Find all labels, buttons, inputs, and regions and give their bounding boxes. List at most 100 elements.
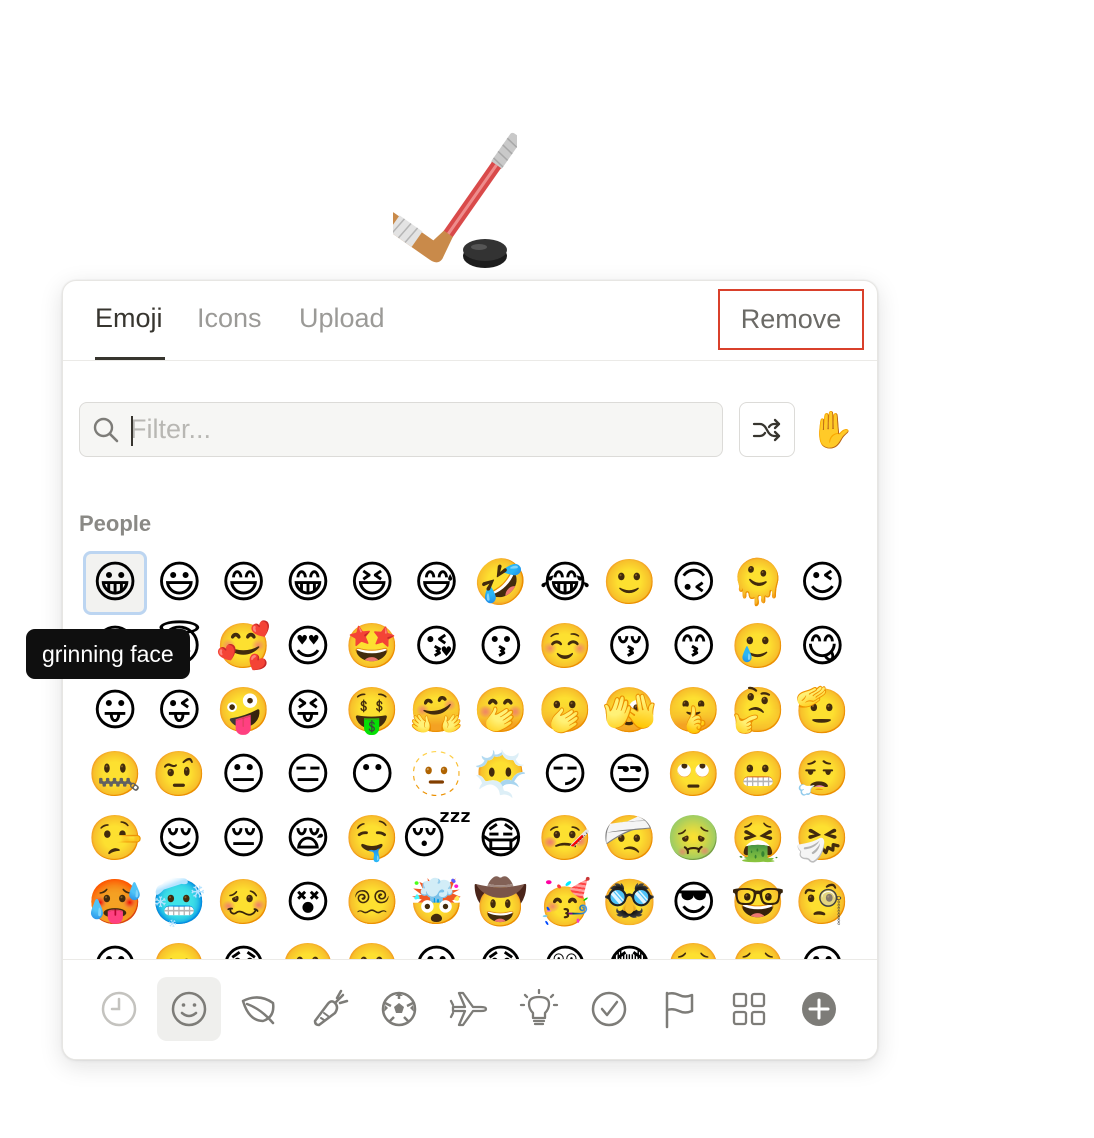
emoji-cell[interactable]: 🤐 <box>83 743 147 807</box>
emoji-cell[interactable]: 😍 <box>276 615 340 679</box>
emoji-cell[interactable]: 😬 <box>726 743 790 807</box>
emoji-cell[interactable]: 🤪 <box>212 679 276 743</box>
emoji-cell[interactable]: 🤩 <box>340 615 404 679</box>
emoji-cell[interactable]: 😅 <box>404 551 468 615</box>
emoji-cell[interactable]: ☺️ <box>533 615 597 679</box>
tab-emoji[interactable]: Emoji <box>95 303 163 334</box>
emoji-cell[interactable]: 🤥 <box>83 807 147 871</box>
emoji-cell[interactable]: 🥴 <box>212 871 276 935</box>
emoji-cell[interactable]: 🙂 <box>597 551 661 615</box>
emoji-cell[interactable]: 😎 <box>662 871 726 935</box>
emoji-cell[interactable]: 🙁 <box>276 935 340 960</box>
emoji-cell[interactable]: 🤠 <box>469 871 533 935</box>
emoji-cell[interactable]: 😘 <box>404 615 468 679</box>
emoji-cell[interactable]: 🤢 <box>662 807 726 871</box>
tab-upload[interactable]: Upload <box>299 303 385 334</box>
emoji-cell[interactable]: 😁 <box>276 551 340 615</box>
category-symbols[interactable] <box>577 977 641 1041</box>
category-nature[interactable] <box>227 977 291 1041</box>
emoji-cell[interactable]: 🫠 <box>726 551 790 615</box>
emoji-cell[interactable]: 🤔 <box>726 679 790 743</box>
emoji-cell[interactable]: 🥸 <box>597 871 661 935</box>
emoji-cell[interactable]: 🤗 <box>404 679 468 743</box>
filter-search-box[interactable] <box>79 402 723 457</box>
category-food[interactable] <box>297 977 361 1041</box>
emoji-cell[interactable]: 😜 <box>147 679 211 743</box>
emoji-grid-scroll[interactable]: 😀😃😄😁😆😅🤣😂🙂🙃🫠😉😊😇🥰😍🤩😘😗☺️😚😙🥲😋😛😜🤪😝🤑🤗🤭🫢🫣🤫🤔🫡🤐🤨😐… <box>83 551 849 959</box>
emoji-cell[interactable]: 😕 <box>83 935 147 960</box>
emoji-cell[interactable]: 🥵 <box>83 871 147 935</box>
emoji-cell[interactable]: 🤤 <box>340 807 404 871</box>
category-travel[interactable] <box>437 977 501 1041</box>
emoji-cell[interactable]: 🫤 <box>147 935 211 960</box>
skin-tone-button[interactable]: ✋ <box>807 404 857 456</box>
emoji-cell[interactable]: 😚 <box>597 615 661 679</box>
emoji-cell[interactable]: 🥳 <box>533 871 597 935</box>
emoji-cell[interactable]: 😌 <box>147 807 211 871</box>
emoji-cell[interactable]: 😳 <box>597 935 661 960</box>
emoji-cell[interactable]: 😔 <box>212 807 276 871</box>
category-flags[interactable] <box>647 977 711 1041</box>
category-recent[interactable] <box>87 977 151 1041</box>
emoji-cell[interactable]: 🥶 <box>147 871 211 935</box>
emoji-cell[interactable]: 🙄 <box>662 743 726 807</box>
emoji-cell[interactable]: 😋 <box>790 615 849 679</box>
emoji-cell[interactable]: 😦 <box>790 935 849 960</box>
emoji-cell[interactable]: 🤒 <box>533 807 597 871</box>
emoji-cell[interactable]: 😃 <box>147 551 211 615</box>
emoji-cell[interactable]: 🫢 <box>533 679 597 743</box>
emoji-cell[interactable]: 🤑 <box>340 679 404 743</box>
emoji-cell[interactable]: 😵 <box>276 871 340 935</box>
emoji-cell[interactable]: 😑 <box>276 743 340 807</box>
emoji-cell[interactable]: 😀 <box>83 551 147 615</box>
emoji-cell[interactable]: 😵‍💫 <box>340 871 404 935</box>
filter-input[interactable] <box>128 407 708 452</box>
hockey-stick-icon[interactable] <box>393 112 517 272</box>
emoji-cell[interactable]: 🥲 <box>726 615 790 679</box>
emoji-cell[interactable]: 🤯 <box>404 871 468 935</box>
emoji-cell[interactable]: ☹️ <box>340 935 404 960</box>
emoji-cell[interactable]: 😛 <box>83 679 147 743</box>
emoji-cell[interactable]: 🙃 <box>662 551 726 615</box>
emoji-cell[interactable]: 😷 <box>469 807 533 871</box>
emoji-cell[interactable]: 🧐 <box>790 871 849 935</box>
emoji-cell[interactable]: 😂 <box>533 551 597 615</box>
emoji-cell[interactable]: 😒 <box>597 743 661 807</box>
add-emoji-button[interactable] <box>787 977 851 1041</box>
emoji-cell[interactable]: 😪 <box>276 807 340 871</box>
category-people[interactable] <box>157 977 221 1041</box>
emoji-cell[interactable]: 🤣 <box>469 551 533 615</box>
emoji-cell[interactable]: 😲 <box>533 935 597 960</box>
category-activity[interactable] <box>367 977 431 1041</box>
emoji-cell[interactable]: 🤕 <box>597 807 661 871</box>
emoji-cell[interactable]: 😝 <box>276 679 340 743</box>
emoji-cell[interactable]: 🤫 <box>662 679 726 743</box>
emoji-cell[interactable]: 😄 <box>212 551 276 615</box>
emoji-cell[interactable]: 😶 <box>340 743 404 807</box>
emoji-cell[interactable]: 🥰 <box>212 615 276 679</box>
emoji-cell[interactable]: 🫥 <box>404 743 468 807</box>
emoji-cell[interactable]: 😆 <box>340 551 404 615</box>
emoji-cell[interactable]: 🤧 <box>790 807 849 871</box>
emoji-cell[interactable]: 😯 <box>469 935 533 960</box>
remove-button[interactable]: Remove <box>718 289 864 350</box>
emoji-cell[interactable]: 🫣 <box>597 679 661 743</box>
emoji-cell[interactable]: 😮 <box>404 935 468 960</box>
emoji-cell[interactable]: 🫡 <box>790 679 849 743</box>
emoji-cell[interactable]: 😏 <box>533 743 597 807</box>
emoji-cell[interactable]: 😮‍💨 <box>790 743 849 807</box>
emoji-cell[interactable]: 🤭 <box>469 679 533 743</box>
emoji-cell[interactable]: 😙 <box>662 615 726 679</box>
random-emoji-button[interactable] <box>739 402 795 457</box>
emoji-cell[interactable]: 🤓 <box>726 871 790 935</box>
emoji-cell[interactable]: 😴 <box>401 807 472 871</box>
emoji-cell[interactable]: 😉 <box>790 551 849 615</box>
emoji-cell[interactable]: 😗 <box>469 615 533 679</box>
emoji-cell[interactable]: 🤮 <box>726 807 790 871</box>
category-objects[interactable] <box>507 977 571 1041</box>
emoji-cell[interactable]: 🥹 <box>726 935 790 960</box>
category-custom[interactable] <box>717 977 781 1041</box>
tab-icons[interactable]: Icons <box>197 303 262 334</box>
emoji-cell[interactable]: 🤨 <box>147 743 211 807</box>
emoji-cell[interactable]: 😟 <box>212 935 276 960</box>
